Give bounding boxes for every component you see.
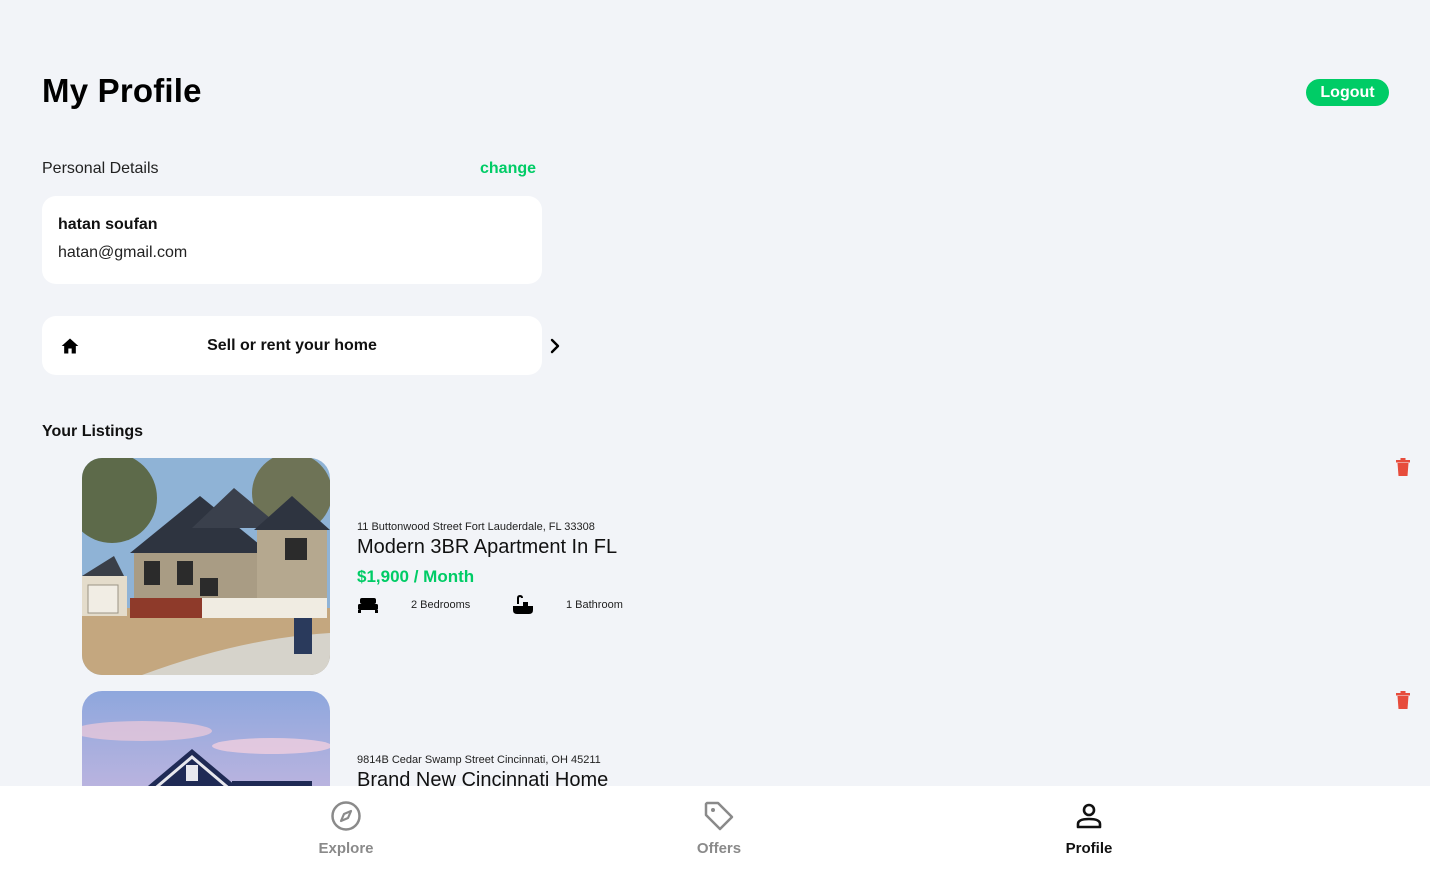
nav-profile[interactable]: Profile: [1029, 786, 1149, 871]
home-icon: [61, 338, 79, 354]
user-name: hatan soufan: [58, 216, 158, 233]
compass-icon: [331, 801, 361, 831]
nav-offers[interactable]: Offers: [659, 786, 779, 871]
trash-icon[interactable]: [1395, 458, 1411, 476]
person-icon: [1076, 803, 1102, 829]
your-listings-label: Your Listings: [42, 423, 144, 440]
sell-or-rent-label: Sell or rent your home: [207, 336, 377, 354]
listing-image-house: [82, 458, 330, 675]
change-details-link[interactable]: change: [480, 160, 536, 178]
nav-explore[interactable]: Explore: [286, 786, 406, 871]
page-title: My Profile: [42, 72, 202, 109]
user-email: hatan@gmail.com: [58, 244, 188, 261]
listing-address: 9814B Cedar Swamp Street Cincinnati, OH …: [357, 754, 601, 766]
listing-bathrooms: 1 Bathroom: [566, 599, 623, 611]
listing-bedrooms: 2 Bedrooms: [411, 599, 471, 611]
logout-button[interactable]: Logout: [1306, 79, 1389, 106]
nav-offers-label: Offers: [696, 840, 742, 857]
personal-details-label: Personal Details: [42, 160, 159, 177]
nav-profile-label: Profile: [1065, 840, 1113, 857]
listing-price: $1,900 / Month: [357, 567, 475, 586]
trash-icon[interactable]: [1395, 691, 1411, 709]
bathtub-icon: [513, 594, 533, 614]
listing-address: 11 Buttonwood Street Fort Lauderdale, FL…: [357, 521, 595, 533]
bed-icon: [358, 598, 378, 613]
listing-name: Modern 3BR Apartment In FL: [357, 536, 618, 558]
chevron-right-icon: [550, 338, 560, 354]
personal-details-card: hatan soufan hatan@gmail.com: [42, 196, 542, 284]
sell-or-rent-button[interactable]: Sell or rent your home: [42, 316, 560, 375]
nav-explore-label: Explore: [318, 840, 374, 857]
tag-icon: [704, 801, 734, 831]
bottom-navigation: Explore Offers Profile: [0, 786, 1430, 871]
listing-item[interactable]: 11 Buttonwood Street Fort Lauderdale, FL…: [0, 458, 1430, 678]
